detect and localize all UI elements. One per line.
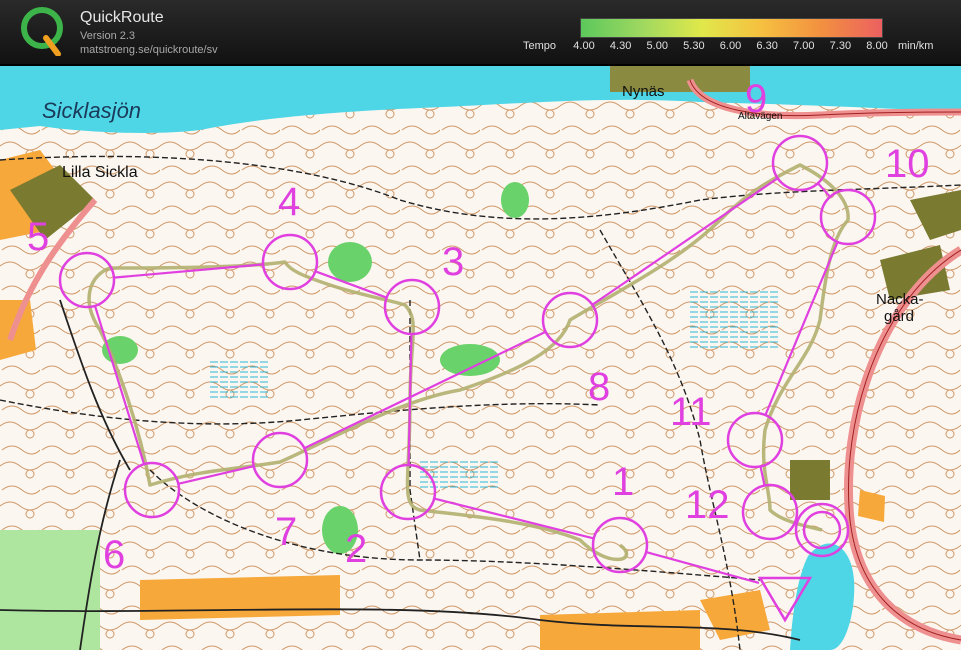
place-name-nacka-gard-2: gård (884, 308, 914, 325)
marsh-area (690, 290, 780, 350)
app-header: QuickRoute Version 2.3 matstroeng.se/qui… (0, 0, 961, 66)
place-name-sicklasjon: Sicklasjön (42, 98, 141, 123)
control-number-12: 12 (685, 483, 730, 527)
open-land (0, 300, 36, 360)
control-number-5: 5 (27, 215, 49, 259)
quickroute-logo (21, 7, 63, 56)
open-land (140, 575, 340, 620)
control-number-4: 4 (278, 180, 300, 224)
control-number-2: 2 (345, 527, 367, 571)
green-vegetation (0, 530, 100, 650)
open-land (540, 610, 700, 650)
legend-tick-label: 5.30 (683, 40, 705, 52)
green-vegetation (440, 344, 500, 376)
place-name-lilla-sickla: Lilla Sickla (62, 164, 138, 181)
legend-tick-label: 8.00 (866, 40, 888, 52)
place-name-nynas: Nynäs (622, 83, 665, 100)
green-vegetation (328, 242, 372, 282)
legend-tick-label: 7.00 (793, 40, 815, 52)
legend-tick-label: 4.00 (573, 40, 595, 52)
marsh-area (420, 460, 500, 490)
control-number-7: 7 (275, 510, 297, 554)
built-up-area (790, 460, 830, 500)
control-number-1: 1 (612, 460, 634, 504)
tempo-color-scale (580, 18, 883, 38)
place-name-nacka-gard: Nacka- (876, 291, 924, 308)
marsh-area (210, 360, 270, 400)
legend-tick-label: 6.00 (719, 40, 742, 52)
control-number-6: 6 (103, 533, 125, 577)
place-name-altavagen: Altavägen (738, 111, 782, 122)
legend-tick-label: 6.30 (756, 40, 778, 52)
orienteering-map[interactable]: 1 2 3 4 5 6 7 8 9 10 11 12 Sicklasjön Lilla Sickla … (0, 66, 961, 650)
legend-tick-label: 4.30 (609, 40, 632, 52)
app-version: Version 2.3 (80, 30, 136, 42)
app-title: QuickRoute (80, 9, 164, 26)
control-number-10: 10 (885, 142, 930, 186)
legend-tick-label: 7.30 (829, 40, 852, 52)
control-number-8: 8 (588, 365, 610, 409)
green-vegetation (102, 336, 138, 364)
legend-unit: min/km (898, 40, 934, 52)
legend-prefix: Tempo (523, 40, 557, 52)
control-number-3: 3 (442, 240, 464, 284)
green-vegetation (501, 182, 529, 218)
legend-tick-label: 5.00 (646, 40, 668, 52)
app-url: matstroeng.se/quickroute/sv (80, 44, 218, 56)
control-number-11: 11 (670, 390, 712, 434)
